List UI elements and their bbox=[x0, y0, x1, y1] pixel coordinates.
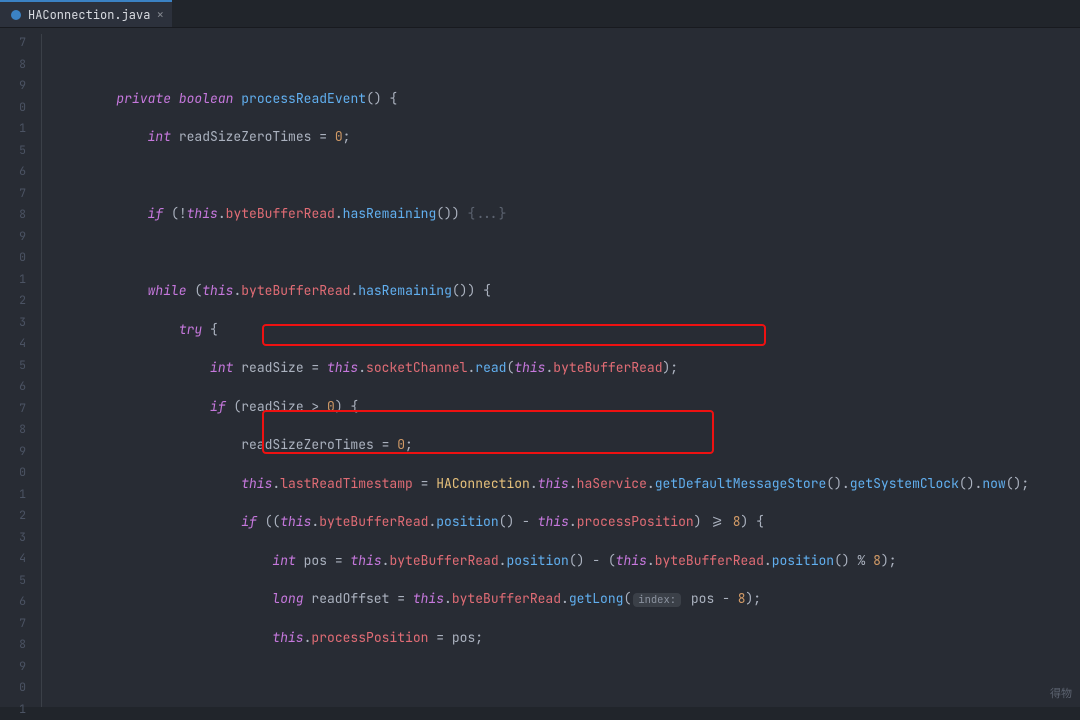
code-line bbox=[54, 665, 1080, 687]
code-line: this.lastReadTimestamp = HAConnection.th… bbox=[54, 473, 1080, 495]
line-number: 5 bbox=[0, 140, 32, 162]
code-editor[interactable]: 7 8 9 0 1 5 6 7 8 9 0 1 2 3 4 5 6 7 8 9 … bbox=[0, 28, 1080, 707]
code-line: if (!this.byteBufferRead.hasRemaining())… bbox=[54, 203, 1080, 225]
line-number: 4 bbox=[0, 548, 32, 570]
code-line: long readOffset = this.byteBufferRead.ge… bbox=[54, 588, 1080, 610]
code-line: private boolean processReadEvent() { bbox=[54, 88, 1080, 110]
line-number: 0 bbox=[0, 247, 32, 269]
line-number: 9 bbox=[0, 226, 32, 248]
line-number: 1 bbox=[0, 484, 32, 506]
code-line: readSizeZeroTimes = 0; bbox=[54, 434, 1080, 456]
code-line: int readSizeZeroTimes = 0; bbox=[54, 126, 1080, 148]
line-number: 9 bbox=[0, 75, 32, 97]
tab-bar: HAConnection.java × bbox=[0, 0, 1080, 28]
line-number: 9 bbox=[0, 441, 32, 463]
fold-column bbox=[32, 28, 54, 707]
line-number: 1 bbox=[0, 269, 32, 291]
line-number: 6 bbox=[0, 376, 32, 398]
code-line: if (readSize > 0) { bbox=[54, 396, 1080, 418]
line-number: 3 bbox=[0, 312, 32, 334]
code-line: if ((this.byteBufferRead.position() - th… bbox=[54, 511, 1080, 533]
line-number: 6 bbox=[0, 591, 32, 613]
code-line: int pos = this.byteBufferRead.position()… bbox=[54, 550, 1080, 572]
line-number: 0 bbox=[0, 462, 32, 484]
line-number: 5 bbox=[0, 355, 32, 377]
line-number: 7 bbox=[0, 398, 32, 420]
line-number: 1 bbox=[0, 118, 32, 140]
line-number: 7 bbox=[0, 613, 32, 635]
code-line: this.processPosition = pos; bbox=[54, 627, 1080, 649]
line-number: 8 bbox=[0, 419, 32, 441]
line-number: 0 bbox=[0, 677, 32, 699]
line-number: 8 bbox=[0, 204, 32, 226]
code-line bbox=[54, 242, 1080, 264]
line-number: 1 bbox=[0, 699, 32, 720]
tab-filename: HAConnection.java bbox=[28, 7, 150, 23]
code-line: while (this.byteBufferRead.hasRemaining(… bbox=[54, 280, 1080, 302]
java-file-icon bbox=[10, 9, 22, 21]
file-tab[interactable]: HAConnection.java × bbox=[0, 0, 172, 27]
code-area[interactable]: private boolean processReadEvent() { int… bbox=[54, 28, 1080, 707]
parameter-hint: index: bbox=[633, 593, 681, 607]
line-number: 7 bbox=[0, 183, 32, 205]
code-line: HAConnection.this.slaveAckOffset = readO… bbox=[54, 704, 1080, 708]
line-number: 8 bbox=[0, 634, 32, 656]
code-line: try { bbox=[54, 319, 1080, 341]
line-number-gutter: 7 8 9 0 1 5 6 7 8 9 0 1 2 3 4 5 6 7 8 9 … bbox=[0, 28, 32, 707]
code-line bbox=[54, 165, 1080, 187]
line-number: 3 bbox=[0, 527, 32, 549]
close-icon[interactable]: × bbox=[156, 8, 164, 21]
line-number: 4 bbox=[0, 333, 32, 355]
line-number: 5 bbox=[0, 570, 32, 592]
line-number: 2 bbox=[0, 505, 32, 527]
watermark: 得物 bbox=[1050, 685, 1072, 701]
line-number: 6 bbox=[0, 161, 32, 183]
code-line bbox=[54, 49, 1080, 71]
code-line: int readSize = this.socketChannel.read(t… bbox=[54, 357, 1080, 379]
line-number: 2 bbox=[0, 290, 32, 312]
line-number: 8 bbox=[0, 54, 32, 76]
line-number: 7 bbox=[0, 32, 32, 54]
line-number: 0 bbox=[0, 97, 32, 119]
line-number: 9 bbox=[0, 656, 32, 678]
